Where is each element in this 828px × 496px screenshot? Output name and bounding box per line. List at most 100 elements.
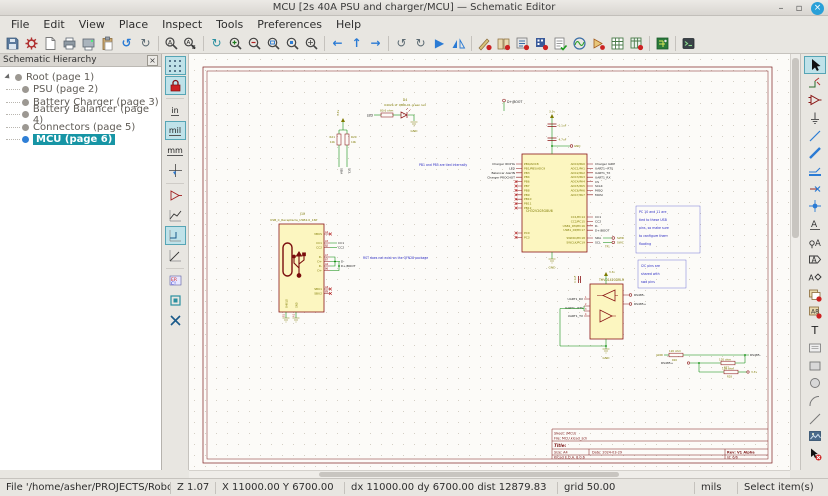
sheet-pin-tool[interactable]: A8	[804, 304, 826, 322]
menu-preferences[interactable]: Preferences	[250, 16, 329, 33]
deg45-wire-icon[interactable]	[165, 246, 186, 265]
zoom-in-icon[interactable]	[226, 34, 245, 52]
rotate-ccw-icon[interactable]: ↺	[392, 34, 411, 52]
bom-table-icon[interactable]	[608, 34, 627, 52]
tree-item-root[interactable]: Root (page 1)	[0, 71, 161, 84]
tree-item-battery-balancer[interactable]: Battery Balancer (page 4)	[0, 109, 161, 122]
unit-inches-button[interactable]: in	[165, 101, 186, 120]
schematic-canvas[interactable]: D+/BOOT 3.3v R21 10k R20 10k SDA SCL D4	[189, 54, 790, 470]
menu-file[interactable]: File	[4, 16, 36, 33]
select-tool[interactable]	[804, 56, 826, 74]
cross-probe-icon[interactable]	[165, 311, 186, 330]
svg-text:CC2: CC2	[338, 246, 344, 250]
image-tool[interactable]	[804, 427, 826, 445]
schematic-setup-icon[interactable]	[22, 34, 41, 52]
tune-opamp-icon[interactable]	[589, 34, 608, 52]
refresh-icon[interactable]: ↻	[207, 34, 226, 52]
pcb-editor-icon[interactable]	[653, 34, 672, 52]
net-label-tool[interactable]: A	[804, 215, 826, 233]
close-button[interactable]: ×	[811, 2, 824, 15]
hier-label-tool[interactable]: A	[804, 251, 826, 269]
circle-tool[interactable]	[804, 374, 826, 392]
menu-edit[interactable]: Edit	[36, 16, 71, 33]
simulator-icon[interactable]	[570, 34, 589, 52]
hierarchy-close-icon[interactable]: ×	[147, 55, 158, 66]
line-tool[interactable]	[804, 410, 826, 428]
no-connect-tool[interactable]	[804, 180, 826, 198]
svg-text:CC1: CC1	[316, 241, 322, 245]
annotate-auto-icon[interactable]	[165, 291, 186, 310]
zoom-selection-icon[interactable]	[302, 34, 321, 52]
update-symbols-icon[interactable]	[513, 34, 532, 52]
place-symbol-tool[interactable]	[804, 91, 826, 109]
minimize-button[interactable]: –	[775, 3, 787, 14]
place-power-tool[interactable]	[804, 109, 826, 127]
symbol-fields-icon[interactable]	[532, 34, 551, 52]
check-symbols-icon[interactable]	[551, 34, 570, 52]
nav-forward-icon[interactable]: →	[366, 34, 385, 52]
erc-markers-icon[interactable]: ERC!	[165, 271, 186, 290]
annotate-icon[interactable]	[475, 34, 494, 52]
rotate-cw-icon[interactable]: ↻	[411, 34, 430, 52]
textbox-tool[interactable]	[804, 339, 826, 357]
wire-to-bus-tool[interactable]	[804, 162, 826, 180]
nav-up-icon[interactable]: ↑	[347, 34, 366, 52]
tree-item-psu[interactable]: PSU (page 2)	[0, 84, 161, 97]
ortho-wire-icon[interactable]	[165, 226, 186, 245]
title-block: Sheet: /MCU/ File: MCU.kicad_sch Title: …	[552, 429, 768, 460]
menu-tools[interactable]: Tools	[209, 16, 250, 33]
expand-arrow-icon[interactable]	[4, 74, 11, 81]
vertical-scrollbar[interactable]	[790, 54, 800, 470]
wire-tool[interactable]	[804, 127, 826, 145]
unit-mm-button[interactable]: mm	[165, 141, 186, 160]
text-tool[interactable]: T	[804, 321, 826, 339]
save-icon[interactable]	[3, 34, 22, 52]
free-angle-wire-icon[interactable]	[165, 206, 186, 225]
rectangle-tool[interactable]	[804, 357, 826, 375]
horizontal-scrollbar-thumb[interactable]	[319, 472, 619, 477]
svg-text:A1: A1	[293, 313, 296, 317]
menu-help[interactable]: Help	[329, 16, 368, 33]
vertical-scrollbar-thumb[interactable]	[792, 58, 799, 238]
svg-text:R28: R28	[727, 375, 732, 379]
new-sheet-icon[interactable]	[41, 34, 60, 52]
grid-override-lock-icon[interactable]	[165, 76, 186, 95]
highlight-net-tool[interactable]	[804, 74, 826, 92]
unit-mils-button[interactable]: mil	[165, 121, 186, 140]
enter-sheet-icon[interactable]: ▶	[430, 34, 449, 52]
find-replace-icon[interactable]: AB	[181, 34, 200, 52]
nav-back-icon[interactable]: ←	[328, 34, 347, 52]
menu-inspect[interactable]: Inspect	[155, 16, 209, 33]
paste-icon[interactable]	[98, 34, 117, 52]
junction-tool[interactable]	[804, 198, 826, 216]
mirror-icon[interactable]	[449, 34, 468, 52]
hier-sheet-tool[interactable]	[804, 286, 826, 304]
svg-text:swd pins: swd pins	[641, 280, 655, 284]
export-bom-icon[interactable]	[627, 34, 646, 52]
arc-tool[interactable]	[804, 392, 826, 410]
erc-icon[interactable]	[494, 34, 513, 52]
find-icon[interactable]: A	[162, 34, 181, 52]
redo-icon[interactable]: ↻	[136, 34, 155, 52]
grid-toggle-icon[interactable]	[165, 56, 186, 75]
maximize-button[interactable]: ▫	[793, 3, 805, 14]
sheet-dot-icon	[15, 74, 22, 81]
menu-place[interactable]: Place	[112, 16, 155, 33]
console-icon[interactable]	[679, 34, 698, 52]
zoom-fit-icon[interactable]	[264, 34, 283, 52]
delete-tool[interactable]	[804, 445, 826, 463]
bus-tool[interactable]	[804, 144, 826, 162]
plot-icon[interactable]	[79, 34, 98, 52]
tree-item-mcu[interactable]: MCU (page 6)	[0, 134, 161, 147]
zoom-objects-icon[interactable]	[283, 34, 302, 52]
svg-text:B8: B8	[325, 291, 329, 294]
horizontal-scrollbar[interactable]	[189, 470, 790, 478]
net-class-directive-tool[interactable]: A	[804, 268, 826, 286]
menu-view[interactable]: View	[72, 16, 112, 33]
print-icon[interactable]	[60, 34, 79, 52]
undo-icon[interactable]: ↺	[117, 34, 136, 52]
show-hidden-pins-icon[interactable]	[165, 186, 186, 205]
zoom-out-icon[interactable]	[245, 34, 264, 52]
global-label-tool[interactable]: A	[804, 233, 826, 251]
cursor-shape-icon[interactable]	[165, 161, 186, 180]
